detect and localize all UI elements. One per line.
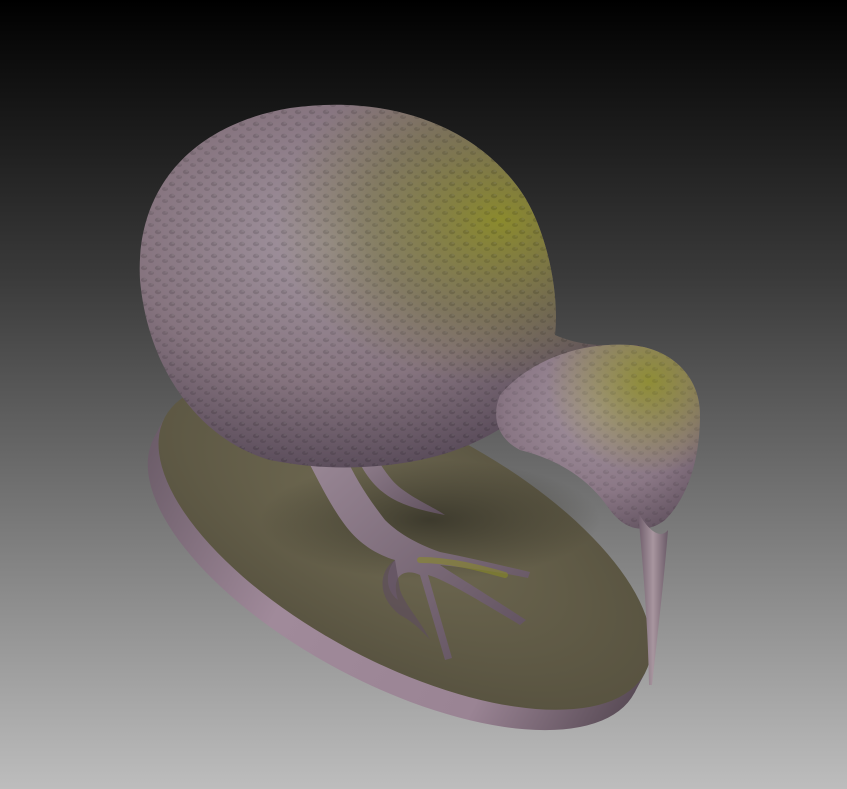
kiwi-render <box>0 0 847 789</box>
render-viewport <box>0 0 847 789</box>
